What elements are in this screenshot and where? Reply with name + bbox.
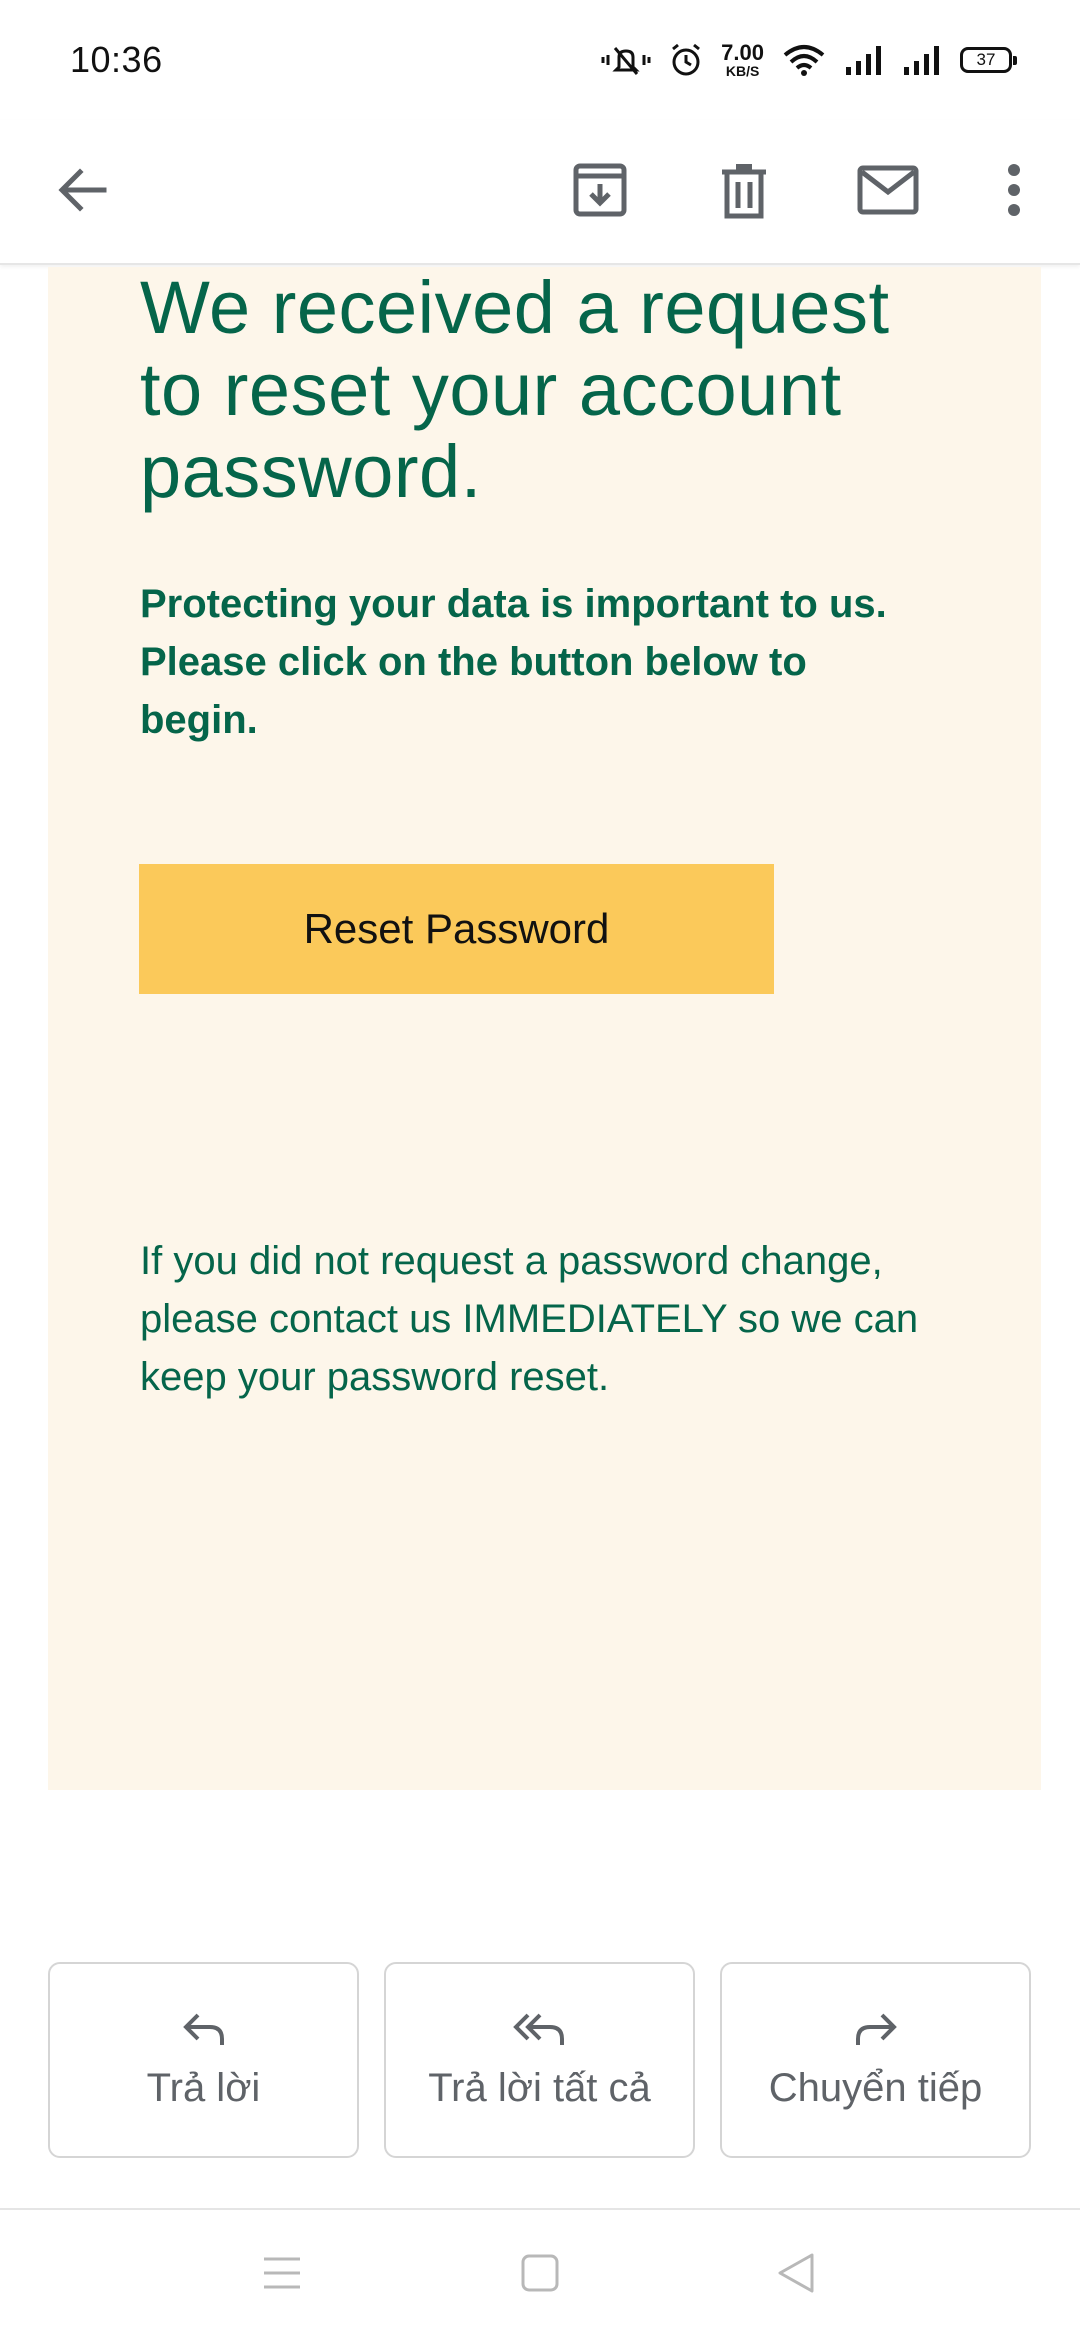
status-icons: 7.00 KB/S 37 bbox=[601, 40, 1017, 79]
archive-button[interactable] bbox=[550, 142, 650, 242]
recent-apps-button[interactable] bbox=[242, 2240, 322, 2310]
delete-button[interactable] bbox=[694, 142, 794, 242]
email-body: We received a request to reset your acco… bbox=[48, 267, 1041, 1790]
reply-button[interactable]: Trả lời bbox=[48, 1962, 359, 2158]
reset-password-button[interactable]: Reset Password bbox=[139, 864, 774, 994]
email-subtext-line1: Protecting your data is important to us. bbox=[140, 582, 887, 626]
system-back-button[interactable] bbox=[756, 2240, 836, 2310]
email-subtext: Protecting your data is important to us.… bbox=[140, 575, 920, 749]
archive-icon bbox=[570, 160, 630, 225]
network-speed: 7.00 KB/S bbox=[721, 40, 764, 79]
network-speed-unit: KB/S bbox=[725, 63, 760, 79]
home-button[interactable] bbox=[500, 2240, 580, 2310]
reply-all-button[interactable]: Trả lời tất cả bbox=[384, 1962, 695, 2158]
reply-icon bbox=[180, 2009, 228, 2054]
email-toolbar bbox=[0, 120, 1080, 265]
arrow-left-icon bbox=[54, 162, 110, 223]
email-notice: If you did not request a password change… bbox=[140, 1239, 919, 1399]
system-nav-bar bbox=[0, 2208, 1080, 2340]
signal-icon bbox=[844, 43, 884, 77]
back-button[interactable] bbox=[32, 142, 132, 242]
email-subtext-line2: Please click on the button below to begi… bbox=[140, 640, 807, 742]
alarm-icon bbox=[669, 43, 703, 77]
wifi-icon bbox=[782, 43, 826, 77]
status-bar: 10:36 7.00 KB/S 37 bbox=[0, 0, 1080, 120]
battery-indicator: 37 bbox=[960, 47, 1017, 73]
menu-icon bbox=[262, 2255, 302, 2296]
email-headline: We received a request to reset your acco… bbox=[140, 266, 890, 513]
status-time: 10:36 bbox=[70, 39, 163, 80]
forward-icon bbox=[852, 2009, 900, 2054]
signal-icon-2 bbox=[902, 43, 942, 77]
mark-unread-button[interactable] bbox=[838, 142, 938, 242]
reply-all-icon bbox=[512, 2009, 568, 2054]
home-square-icon bbox=[520, 2253, 560, 2298]
more-vert-icon bbox=[1004, 160, 1024, 225]
screen: 10:36 7.00 KB/S 37 We received a request… bbox=[0, 0, 1080, 2340]
mail-icon bbox=[856, 162, 920, 223]
forward-button[interactable]: Chuyển tiếp bbox=[720, 1962, 1031, 2158]
network-speed-value: 7.00 bbox=[721, 40, 764, 65]
trash-icon bbox=[714, 160, 774, 225]
vibrate-silent-icon bbox=[601, 43, 651, 77]
email-actions: Trả lời Trả lời tất cả Chuyển tiếp bbox=[48, 1962, 1033, 2158]
more-options-button[interactable] bbox=[964, 142, 1064, 242]
back-triangle-icon bbox=[776, 2251, 816, 2300]
reply-all-label: Trả lời tất cả bbox=[428, 2066, 651, 2110]
reply-label: Trả lời bbox=[146, 2066, 261, 2110]
forward-label: Chuyển tiếp bbox=[768, 2066, 983, 2110]
